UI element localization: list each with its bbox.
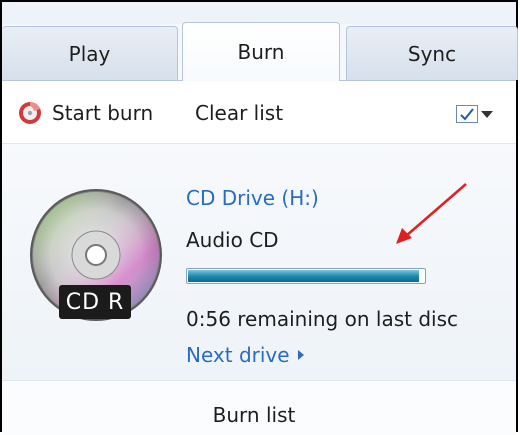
cd-r-badge: CD R (59, 285, 131, 319)
clear-list-button[interactable]: Clear list (195, 101, 283, 125)
burn-disc-icon (19, 102, 41, 124)
tab-play[interactable]: Play (2, 26, 178, 80)
next-drive-label: Next drive (186, 343, 290, 367)
burn-pane: Play Burn Sync Start burn Clear list CD … (0, 0, 518, 435)
start-burn-button[interactable]: Start burn (18, 101, 153, 125)
burn-progress-fill (188, 270, 420, 282)
tab-burn[interactable]: Burn (182, 22, 340, 81)
list-options-icon (456, 105, 478, 123)
start-burn-label: Start burn (52, 101, 154, 125)
burn-list-header: Burn list (2, 380, 516, 435)
chevron-down-icon (481, 110, 493, 118)
next-drive-link[interactable]: Next drive (186, 343, 304, 367)
tab-sync[interactable]: Sync (346, 26, 518, 80)
disc-type-label: Audio CD (186, 228, 279, 252)
annotation-arrow-icon (396, 183, 467, 244)
remaining-time-label: 0:56 remaining on last disc (186, 307, 458, 331)
burn-progress-bar (186, 268, 426, 284)
burn-toolbar: Start burn Clear list (2, 80, 516, 144)
list-options-button[interactable] (456, 105, 493, 123)
cd-drive-link[interactable]: CD Drive (H:) (186, 186, 319, 210)
chevron-right-icon (297, 350, 304, 360)
tab-strip: Play Burn Sync (2, 2, 518, 81)
burn-list-title: Burn list (212, 403, 296, 427)
